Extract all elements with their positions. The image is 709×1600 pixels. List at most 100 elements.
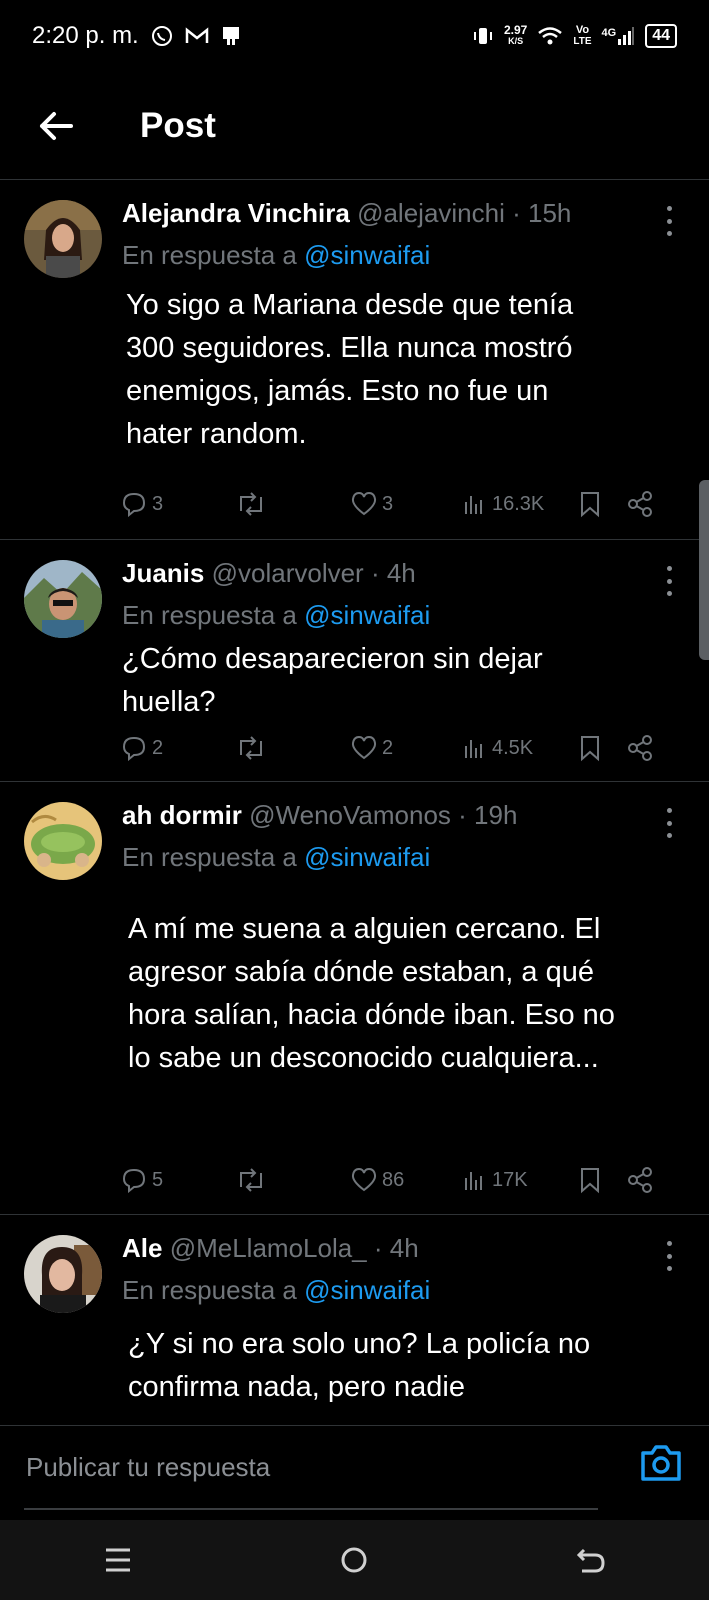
analytics-icon (465, 740, 482, 758)
analytics-icon (465, 1172, 482, 1190)
bookmark-button[interactable] (578, 734, 626, 762)
share-icon (628, 735, 652, 761)
author-name[interactable]: Alejandra Vinchira (122, 198, 350, 228)
views-button[interactable]: 4.5K (462, 736, 578, 760)
recents-button[interactable] (88, 1530, 148, 1590)
cell-signal-icon: 4G (602, 27, 636, 45)
author-handle[interactable]: @volarvolver (212, 558, 364, 588)
status-bar: 2:20 p. m. 2.97 K/S Vo LTE 4G 44 (0, 0, 709, 72)
arrow-left-icon (40, 111, 73, 140)
reply-tweet[interactable]: Juanis @volarvolver · 4h En respuesta a … (0, 540, 709, 782)
reply-button[interactable]: 3 (120, 491, 235, 517)
more-options-button[interactable] (659, 566, 679, 596)
mention-link[interactable]: @sinwaifai (304, 842, 430, 872)
reply-icon (122, 492, 146, 517)
retweet-icon (240, 492, 262, 516)
clock: 2:20 p. m. (32, 22, 139, 49)
tweet-text: Yo sigo a Mariana desde que tenía 300 se… (126, 289, 574, 450)
avatar[interactable] (24, 560, 102, 638)
bookmark-button[interactable] (578, 490, 626, 518)
author-name[interactable]: Ale (122, 1233, 162, 1263)
camera-icon (641, 1445, 681, 1481)
tweet-time: · 19h (458, 800, 518, 830)
reply-button[interactable]: 2 (120, 735, 235, 761)
reply-tweet[interactable]: ah dormir @WenoVamonos · 19h En respuest… (0, 782, 709, 1215)
author-name[interactable]: ah dormir (122, 800, 242, 830)
share-icon (628, 1167, 652, 1193)
app-notification-icon (221, 25, 241, 47)
share-icon (628, 491, 652, 517)
bookmark-icon (581, 736, 599, 762)
battery-indicator: 44 (645, 24, 677, 48)
reply-context: En respuesta a @sinwaifai (122, 842, 431, 872)
home-circle-icon (341, 1547, 367, 1573)
author-handle[interactable]: @WenoVamonos (249, 800, 451, 830)
mention-link[interactable]: @sinwaifai (304, 600, 430, 630)
retweet-button[interactable] (235, 1167, 350, 1193)
scrollbar[interactable] (699, 480, 709, 660)
bookmark-button[interactable] (578, 1166, 626, 1194)
heart-icon (351, 1167, 377, 1192)
reply-tweet[interactable]: Ale @MeLlamoLola_ · 4h En respuesta a @s… (0, 1215, 709, 1425)
replies-feed[interactable]: Alejandra Vinchira @alejavinchi · 15h En… (0, 180, 709, 1425)
bookmark-icon (581, 492, 599, 518)
retweet-icon (240, 736, 262, 760)
views-button[interactable]: 16.3K (462, 492, 578, 516)
volte-indicator: Vo LTE (573, 24, 592, 48)
more-options-button[interactable] (659, 1241, 679, 1271)
retweet-button[interactable] (235, 735, 350, 761)
bookmark-icon (581, 1168, 599, 1194)
page-title: Post (140, 105, 216, 145)
reply-composer (0, 1425, 709, 1511)
reply-context: En respuesta a @sinwaifai (122, 1275, 431, 1305)
top-app-bar: Post (0, 72, 709, 180)
tweet-time: · 15h (512, 198, 572, 228)
tweet-actions: 5 86 17K (120, 1160, 685, 1200)
tweet-time: · 4h (373, 1233, 419, 1263)
menu-icon (106, 1548, 131, 1572)
reply-input[interactable] (24, 1426, 598, 1510)
system-back-button[interactable] (561, 1530, 621, 1590)
more-options-button[interactable] (659, 206, 679, 236)
like-button[interactable]: 2 (350, 735, 462, 761)
undo-back-icon (576, 1548, 605, 1573)
like-button[interactable]: 86 (350, 1167, 462, 1193)
like-button[interactable]: 3 (350, 491, 462, 517)
avatar[interactable] (24, 802, 102, 880)
mention-link[interactable]: @sinwaifai (304, 1275, 430, 1305)
tweet-header: Ale @MeLlamoLola_ · 4h (122, 1233, 649, 1264)
reply-context: En respuesta a @sinwaifai (122, 240, 431, 270)
author-handle[interactable]: @MeLlamoLola_ (170, 1233, 367, 1263)
share-button[interactable] (626, 734, 654, 762)
vibrate-icon (472, 25, 494, 47)
camera-button[interactable] (639, 1443, 683, 1487)
system-navigation-bar (0, 1520, 709, 1600)
share-button[interactable] (626, 1166, 654, 1194)
tweet-actions: 2 2 4.5K (120, 728, 685, 768)
heart-icon (351, 735, 377, 760)
tweet-text: ¿Cómo desaparecieron sin dejar huella? (122, 643, 543, 718)
share-button[interactable] (626, 490, 654, 518)
more-options-button[interactable] (659, 808, 679, 838)
back-button[interactable] (34, 104, 78, 148)
tweet-text: A mí me suena a alguien cercano. El agre… (128, 913, 615, 1074)
reply-tweet[interactable]: Alejandra Vinchira @alejavinchi · 15h En… (0, 180, 709, 540)
wifi-icon (537, 26, 563, 46)
home-button[interactable] (324, 1530, 384, 1590)
mention-link[interactable]: @sinwaifai (304, 240, 430, 270)
avatar[interactable] (24, 200, 102, 278)
gmail-icon (185, 27, 209, 45)
tweet-text: ¿Y si no era solo uno? La policía no con… (128, 1328, 591, 1403)
tweet-actions: 3 3 16.3K (120, 484, 685, 524)
retweet-button[interactable] (235, 491, 350, 517)
reply-icon (122, 736, 146, 761)
tweet-header: Alejandra Vinchira @alejavinchi · 15h (122, 198, 649, 229)
author-name[interactable]: Juanis (122, 558, 204, 588)
reply-button[interactable]: 5 (120, 1167, 235, 1193)
reply-context: En respuesta a @sinwaifai (122, 600, 431, 630)
author-handle[interactable]: @alejavinchi (357, 198, 505, 228)
reply-icon (122, 1168, 146, 1193)
network-speed: 2.97 K/S (504, 23, 528, 46)
avatar[interactable] (24, 1235, 102, 1313)
views-button[interactable]: 17K (462, 1168, 578, 1192)
